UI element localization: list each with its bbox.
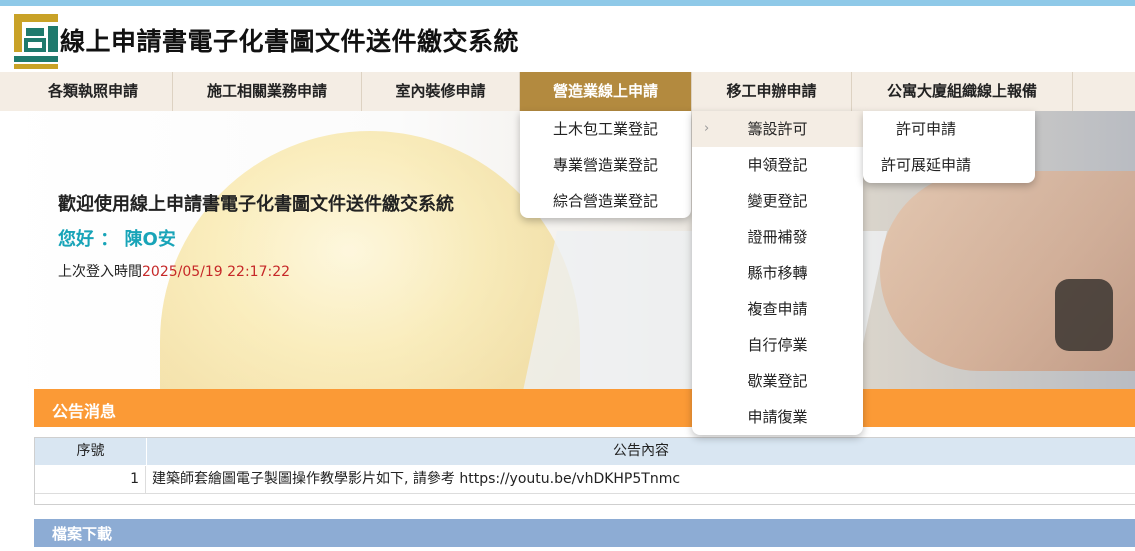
menu-item-voluntary-suspension[interactable]: 自行停業 [692, 327, 863, 363]
menu-item-preparation-permit[interactable]: › 籌設許可 [692, 111, 863, 147]
site-logo-icon[interactable] [12, 12, 60, 70]
menu-item-specialty-contractor[interactable]: 專業營造業登記 [520, 147, 691, 183]
submenu-registration: › 籌設許可 申領登記 變更登記 證冊補發 縣市移轉 複查申請 自行停業 歇業登… [692, 111, 863, 435]
menu-item-closure-registration[interactable]: 歇業登記 [692, 363, 863, 399]
menu-item-permit-application[interactable]: 許可申請 [863, 111, 989, 147]
menu-item-civil-contractor[interactable]: 土木包工業登記 [520, 111, 691, 147]
last-login-time: 2025/05/19 22:17:22 [142, 264, 291, 280]
row-no: 1 [35, 466, 146, 493]
menu-item-permit-extension[interactable]: 許可展延申請 [863, 147, 989, 183]
last-login-label: 上次登入時間 [58, 264, 142, 280]
table-header-row: 序號 公告內容 [35, 438, 1135, 465]
site-header: 線上申請書電子化書圖文件送件繳交系統 [0, 6, 1135, 72]
menu-item-registration[interactable]: 申領登記 [692, 147, 863, 183]
downloads-header: 檔案下載 [34, 519, 1135, 547]
menu-item-label: 籌設許可 [747, 120, 808, 138]
announcements-table: 序號 公告內容 1 建築師套繪圖電子製圖操作教學影片如下, 請參考 https:… [34, 437, 1135, 505]
menu-item-change-registration[interactable]: 變更登記 [692, 183, 863, 219]
nav-apartment-management[interactable]: 公寓大廈組織線上報備 [852, 72, 1073, 111]
announcements-title: 公告消息 [52, 402, 117, 421]
announcements-header: 公告消息 [34, 389, 1135, 427]
downloads-title: 檔案下載 [52, 525, 113, 543]
menu-item-certificate-reissue[interactable]: 證冊補發 [692, 219, 863, 255]
nav-construction-business[interactable]: 施工相關業務申請 [173, 72, 362, 111]
user-greeting: 您好 ： 陳O安 [58, 229, 176, 250]
submenu-preparation-permit: 許可申請 許可展延申請 [863, 111, 1035, 183]
menu-item-general-contractor[interactable]: 綜合營造業登記 [520, 183, 691, 219]
helmet-image [160, 131, 580, 389]
site-title: 線上申請書電子化書圖文件送件繳交系統 [60, 27, 520, 56]
nav-construction-industry[interactable]: 營造業線上申請 [520, 72, 692, 111]
main-nav: 各類執照申請 施工相關業務申請 室內裝修申請 營造業線上申請 移工申辦申請 公寓… [0, 72, 1135, 112]
column-header-no: 序號 [35, 438, 147, 465]
nav-building-license[interactable]: 各類執照申請 [14, 72, 173, 111]
menu-item-county-transfer[interactable]: 縣市移轉 [692, 255, 863, 291]
chevron-right-icon: › [704, 121, 710, 136]
menu-item-resume-application[interactable]: 申請復業 [692, 399, 863, 435]
submenu-construction-industry: 土木包工業登記 專業營造業登記 綜合營造業登記 [520, 111, 691, 218]
column-header-content: 公告內容 [613, 443, 669, 459]
table-row[interactable]: 1 建築師套繪圖電子製圖操作教學影片如下, 請參考 https://youtu.… [35, 466, 1135, 494]
last-login: 上次登入時間2025/05/19 22:17:22 [58, 261, 290, 281]
nav-migrant-worker[interactable]: 移工申辦申請 [692, 72, 852, 111]
menu-item-review-application[interactable]: 複查申請 [692, 291, 863, 327]
welcome-text: 歡迎使用線上申請書電子化書圖文件送件繳交系統 [58, 194, 454, 215]
nav-interior-renovation[interactable]: 室內裝修申請 [362, 72, 520, 111]
watch-image [1055, 279, 1113, 351]
row-content[interactable]: 建築師套繪圖電子製圖操作教學影片如下, 請參考 https://youtu.be… [152, 466, 680, 493]
